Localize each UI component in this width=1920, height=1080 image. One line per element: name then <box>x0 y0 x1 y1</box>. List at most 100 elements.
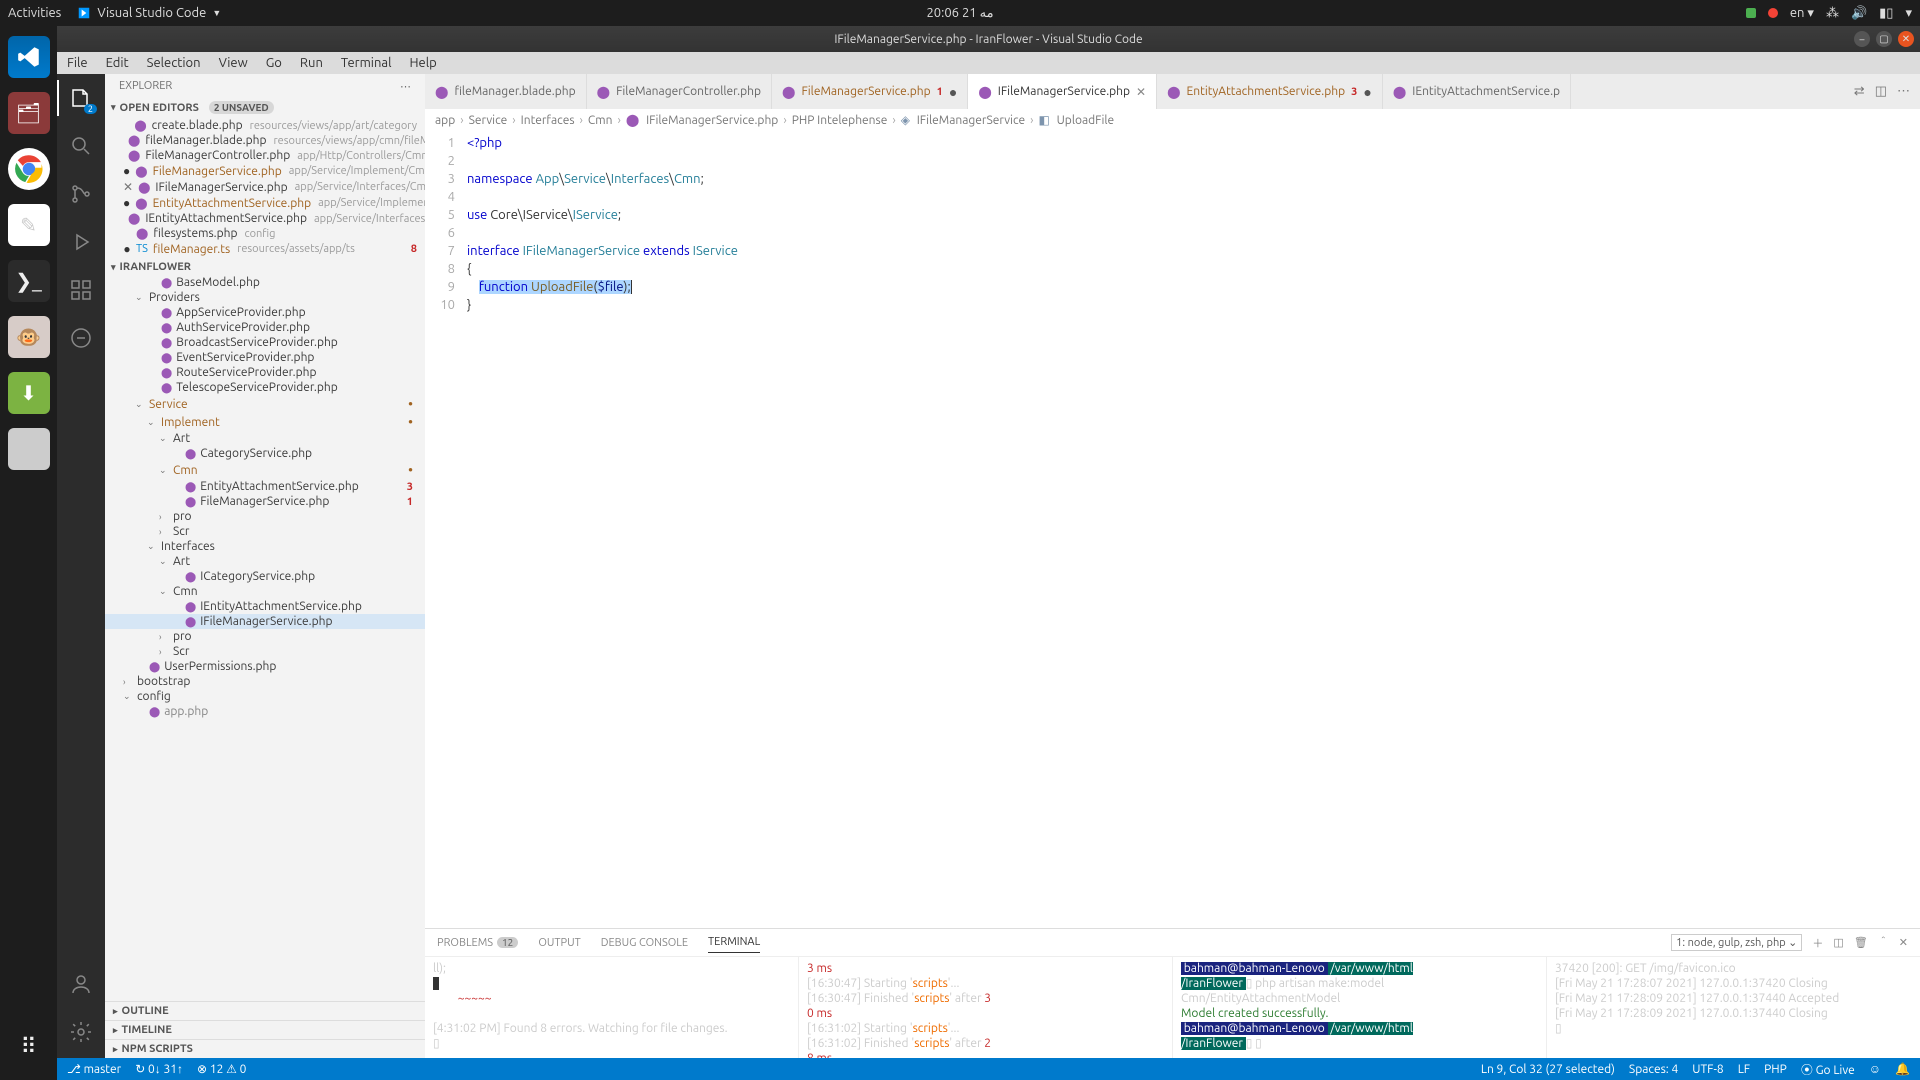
menu-help[interactable]: Help <box>409 56 436 70</box>
open-editor-item[interactable]: ⬤fileManager.blade.phpresources/views/ap… <box>105 133 425 148</box>
menu-file[interactable]: File <box>67 56 88 70</box>
tree-folder[interactable]: ⌄Providers <box>105 290 425 305</box>
clock[interactable]: 20:06 21 مه <box>926 6 993 21</box>
dock-gedit-icon[interactable]: ✎ <box>8 204 50 246</box>
open-editor-item[interactable]: ⬤create.blade.phpresources/views/app/art… <box>105 118 425 133</box>
dock-app-icon[interactable]: ⬇ <box>8 372 50 414</box>
dock-vscode-icon[interactable] <box>8 36 50 78</box>
dock-terminal-icon[interactable]: ❯_ <box>8 260 50 302</box>
terminal-1[interactable]: ll); ~~~~~ [4:31:02 PM] Found 8 errors. … <box>425 957 799 1058</box>
window-maximize-button[interactable]: ▢ <box>1876 31 1892 47</box>
editor-tab[interactable]: ⬤EntityAttachmentService.php3● <box>1157 74 1383 109</box>
more-actions-icon[interactable]: ⋯ <box>1897 84 1910 99</box>
tree-folder[interactable]: ⌄config <box>105 689 425 704</box>
npm-scripts-section[interactable]: ▸NPM SCRIPTS <box>105 1039 425 1058</box>
status-cursor-pos[interactable]: Ln 9, Col 32 (27 selected) <box>1481 1063 1615 1076</box>
status-language[interactable]: PHP <box>1764 1063 1787 1076</box>
tree-file[interactable]: ⬤ FileManagerService.php1 <box>105 494 425 509</box>
activity-scm-icon[interactable] <box>67 180 95 208</box>
open-editor-item[interactable]: ⬤FileManagerController.phpapp/Http/Contr… <box>105 148 425 163</box>
menu-view[interactable]: View <box>219 56 248 70</box>
tree-folder[interactable]: ⌄Cmn <box>105 584 425 599</box>
status-bell-icon[interactable]: 🔔 <box>1895 1062 1910 1076</box>
status-eol[interactable]: LF <box>1738 1063 1750 1076</box>
window-minimize-button[interactable]: – <box>1854 31 1870 47</box>
activity-explorer-icon[interactable]: 2 <box>67 84 95 112</box>
terminal-2[interactable]: 3 ms [16:30:47] Starting 'scripts'... [1… <box>799 957 1173 1058</box>
close-panel-icon[interactable]: ✕ <box>1899 936 1908 949</box>
activity-extensions-icon[interactable] <box>67 276 95 304</box>
tree-file[interactable]: ⬤ EventServiceProvider.php <box>105 350 425 365</box>
tree-file[interactable]: ⬤ ICategoryService.php <box>105 569 425 584</box>
activity-account-icon[interactable] <box>67 970 95 998</box>
battery-icon[interactable]: ▮▯ <box>1879 6 1893 21</box>
open-editor-item[interactable]: ●⬤EntityAttachmentService.phpapp/Service… <box>105 195 425 211</box>
editor-tab[interactable]: ⬤fileManager.blade.php <box>425 74 587 109</box>
window-close-button[interactable]: ✕ <box>1898 31 1914 47</box>
open-editors-header[interactable]: ▾OPEN EDITORS2 UNSAVED <box>105 99 425 116</box>
menu-edit[interactable]: Edit <box>106 56 129 70</box>
status-problems[interactable]: ⊗ 12 ⚠ 0 <box>197 1062 246 1076</box>
kill-terminal-icon[interactable]: 🗑 <box>1854 936 1868 949</box>
dock-app-icon[interactable]: ⚙ <box>8 428 50 470</box>
status-sync[interactable]: ↻ 0↓ 31↑ <box>135 1062 183 1076</box>
code-editor[interactable]: 12345678910 <?php namespace App\Service\… <box>425 131 1920 928</box>
terminal-3[interactable]: bahman@bahman-Lenovo /var/www/html /Iran… <box>1173 957 1547 1058</box>
tree-folder[interactable]: ⌄Implement• <box>105 413 425 431</box>
tree-folder[interactable]: ⌄Interfaces <box>105 539 425 554</box>
tree-file[interactable]: ⬤ AuthServiceProvider.php <box>105 320 425 335</box>
terminal-4[interactable]: 37420 [200]: GET /img/favicon.ico [Fri M… <box>1547 957 1920 1058</box>
close-tab-icon[interactable]: ✕ <box>1136 85 1146 99</box>
tree-folder[interactable]: ›Scr <box>105 524 425 539</box>
breadcrumb[interactable]: app› Service› Interfaces› Cmn› ⬤ IFileMa… <box>425 109 1920 131</box>
open-editor-item[interactable]: ●⬤FileManagerService.phpapp/Service/Impl… <box>105 163 425 179</box>
open-editor-item[interactable]: ✕⬤IFileManagerService.phpapp/Service/Int… <box>105 179 425 195</box>
current-app-menu[interactable]: Visual Studio Code ▼ <box>77 6 221 20</box>
activity-search-icon[interactable] <box>67 132 95 160</box>
outline-section[interactable]: ▸OUTLINE <box>105 1001 425 1020</box>
panel-tab-debug[interactable]: DEBUG CONSOLE <box>601 933 688 953</box>
status-encoding[interactable]: UTF-8 <box>1692 1063 1723 1076</box>
tree-file[interactable]: ⬤ TelescopeServiceProvider.php <box>105 380 425 395</box>
split-editor-icon[interactable]: ◫ <box>1875 84 1887 99</box>
tree-file[interactable]: ⬤ RouteServiceProvider.php <box>105 365 425 380</box>
tree-folder[interactable]: ›Scr <box>105 644 425 659</box>
compare-icon[interactable]: ⇄ <box>1854 84 1865 99</box>
code-content[interactable]: <?php namespace App\Service\Interfaces\C… <box>467 131 1920 928</box>
status-feedback-icon[interactable]: ☺ <box>1869 1062 1881 1076</box>
tree-folder[interactable]: ⌄Art <box>105 554 425 569</box>
status-spaces[interactable]: Spaces: 4 <box>1629 1063 1678 1076</box>
menu-terminal[interactable]: Terminal <box>341 56 392 70</box>
network-icon[interactable]: ⁂ <box>1826 6 1839 21</box>
tree-file[interactable]: ⬤ CategoryService.php <box>105 446 425 461</box>
tree-folder[interactable]: ›pro <box>105 509 425 524</box>
close-icon[interactable]: ✕ <box>123 180 133 194</box>
tray-icon[interactable] <box>1768 8 1778 18</box>
open-editor-item[interactable]: ⬤filesystems.phpconfig <box>105 226 425 241</box>
tree-folder[interactable]: ›bootstrap <box>105 674 425 689</box>
tree-file[interactable]: ⬤ app.php <box>105 704 425 719</box>
system-menu-chevron[interactable]: ▾ <box>1905 6 1912 21</box>
new-terminal-icon[interactable]: ＋ <box>1812 935 1823 951</box>
panel-tab-terminal[interactable]: TERMINAL <box>708 932 760 953</box>
activity-debug-icon[interactable] <box>67 228 95 256</box>
editor-tab[interactable]: ⬤FileManagerController.php <box>587 74 772 109</box>
tree-file[interactable]: ⬤ IFileManagerService.php <box>105 614 425 629</box>
menu-run[interactable]: Run <box>300 56 323 70</box>
open-editor-item[interactable]: ⬤IEntityAttachmentService.phpapp/Service… <box>105 211 425 226</box>
menu-selection[interactable]: Selection <box>147 56 201 70</box>
maximize-panel-icon[interactable]: ＾ <box>1878 935 1889 951</box>
activity-test-icon[interactable] <box>67 324 95 352</box>
open-editor-item[interactable]: ●TSfileManager.tsresources/assets/app/ts… <box>105 241 425 257</box>
language-indicator[interactable]: en ▾ <box>1790 6 1814 21</box>
menu-go[interactable]: Go <box>266 56 282 70</box>
tree-folder[interactable]: ⌄Service• <box>105 395 425 413</box>
tree-file[interactable]: ⬤ BaseModel.php <box>105 275 425 290</box>
dock-chrome-icon[interactable] <box>8 148 50 190</box>
dock-app-icon[interactable]: 🐵 <box>8 316 50 358</box>
project-header[interactable]: ▾IRANFLOWER <box>105 259 425 275</box>
terminal-selector[interactable]: 1: node, gulp, zsh, php ⌄ <box>1671 934 1802 951</box>
editor-tab[interactable]: ⬤IFileManagerService.php✕ <box>968 74 1157 109</box>
dock-files-icon[interactable]: 🗂 <box>8 92 50 134</box>
tray-icon[interactable] <box>1746 8 1756 18</box>
